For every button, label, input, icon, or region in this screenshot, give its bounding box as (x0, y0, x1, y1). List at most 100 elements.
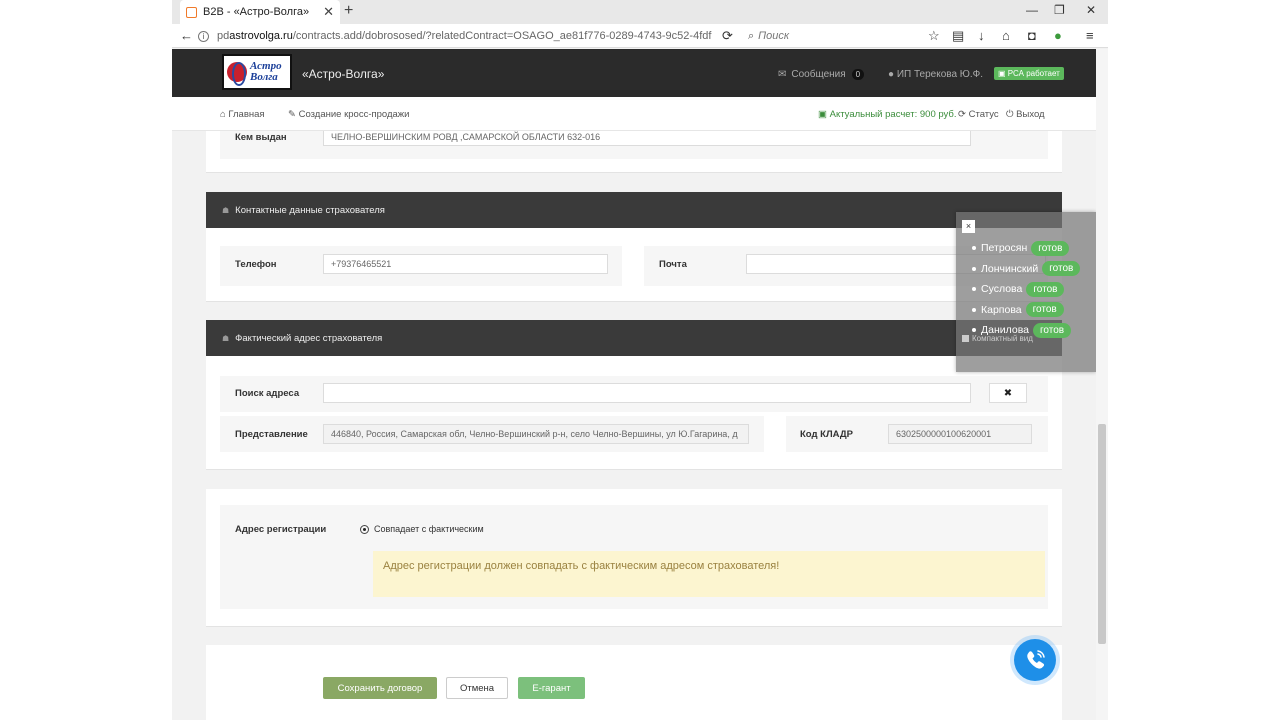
registration-warning: Адрес регистрации должен совпадать с фак… (373, 551, 1045, 597)
same-as-actual-radio[interactable]: Совпадает с фактическим (360, 524, 484, 534)
status-link[interactable]: ⟳ Статус (958, 109, 999, 120)
egarant-button[interactable]: Е-гарант (518, 677, 585, 699)
bookmark-star-icon[interactable]: ☆ (928, 28, 940, 44)
search-box[interactable]: ⌕ Поиск (748, 27, 916, 45)
search-icon: ⌕ (748, 29, 755, 42)
money-icon: ▣ (818, 109, 830, 120)
url-path: /contracts.add/dobrososed/?relatedContra… (292, 30, 712, 42)
address-search-input[interactable] (323, 383, 971, 403)
menu-icon[interactable]: ≡ (1086, 28, 1094, 43)
back-icon[interactable]: ← (180, 28, 193, 43)
breadcrumb-home-label: Главная (228, 109, 265, 120)
list-item: Лончинский готов (972, 259, 1081, 280)
kladr-label: Код КЛАДР (800, 429, 853, 440)
logout-label: Выход (1016, 109, 1045, 120)
current-calculation: ▣ Актуальный расчет: 900 руб. (818, 109, 956, 120)
page-toolbar: ⌂ Главная ✎ Создание кросс-продажи ▣ Акт… (172, 97, 1096, 131)
page-scrollbar[interactable] (1096, 49, 1108, 720)
address-panel: ☗ Фактический адрес страхователя Поиск ад… (206, 320, 1062, 470)
url-prefix: pd (217, 30, 230, 42)
contacts-panel: ☗ Контактные данные страхователя Телефон … (206, 192, 1062, 302)
overlay-close-button[interactable]: × (962, 220, 975, 233)
agents-list: Петросян готов Лончинский готов Суслова гот… (972, 238, 1081, 341)
compact-view-toggle[interactable]: Компактный вид (962, 334, 1033, 343)
minimize-icon[interactable]: — (1026, 3, 1038, 17)
compact-view-label: Компактный вид (972, 334, 1033, 343)
clear-address-button[interactable]: ✖ (989, 383, 1027, 403)
phone-label: Телефон (235, 259, 277, 270)
breadcrumb-home[interactable]: ⌂ Главная (220, 109, 265, 120)
rsa-label: РСА работает (1007, 69, 1060, 78)
site-header: Астро Волга «Астро-Волга» ✉ Сообщения 0 ●… (172, 49, 1096, 97)
address-bar[interactable]: i pd astrovolga.ru/contracts.add/dobrosos… (198, 27, 720, 45)
mail-label: Почта (659, 259, 687, 270)
close-window-icon[interactable]: ✕ (1086, 3, 1096, 17)
home-icon[interactable]: ⌂ (1002, 28, 1010, 43)
maximize-icon[interactable]: ❐ (1054, 3, 1065, 17)
callback-button[interactable] (1014, 639, 1056, 681)
clear-icon: ✖ (1003, 387, 1013, 399)
same-as-actual-label: Совпадает с фактическим (374, 524, 484, 534)
agent-name: Петросян (981, 242, 1028, 255)
list-item: Петросян готов (972, 238, 1080, 259)
cancel-button[interactable]: Отмена (446, 677, 508, 699)
status-label: Статус (968, 109, 999, 120)
section-icon: ☗ (222, 333, 230, 343)
agent-name: Лончинский (981, 262, 1039, 275)
representation-input[interactable]: 446840, Россия, Самарская обл, Челно-Вер… (323, 424, 749, 444)
kladr-input[interactable]: 6302500000100620001 (888, 424, 1032, 444)
address-title: Фактический адрес страхователя (235, 332, 383, 344)
tab-title: B2B - «Астро-Волга» (203, 6, 310, 18)
scrollbar-thumb[interactable] (1098, 424, 1106, 644)
edit-icon: ✎ (288, 109, 299, 120)
brand-name: «Астро-Волга» (302, 67, 385, 81)
site-logo[interactable]: Астро Волга (222, 54, 292, 90)
phone-icon (1027, 650, 1045, 669)
messages-label: Сообщения (791, 69, 846, 80)
agent-name: Карпова (981, 303, 1022, 316)
status-badge: готов (1031, 240, 1070, 256)
issued-input[interactable]: ЧЕЛНО-ВЕРШИНСКИМ РОВД ,САМАРСКОЙ ОБЛАСТИ… (323, 131, 971, 146)
new-tab-icon[interactable]: + (344, 2, 353, 20)
browser-tab[interactable]: B2B - «Астро-Волга» ✕ (180, 0, 340, 24)
contacts-header: ☗ Контактные данные страхователя (206, 192, 1062, 228)
logo-line2: Волга (250, 71, 278, 83)
checkbox-icon (962, 335, 969, 342)
reading-list-icon[interactable]: ▤ (952, 28, 964, 44)
phone-input[interactable]: +79376465521 (323, 254, 608, 274)
favicon-icon (186, 6, 197, 18)
agents-status-overlay: × Петросян готов Лончинский готов Суслова г… (956, 212, 1096, 372)
calc-label: Актуальный расчет: 900 руб. (829, 109, 957, 120)
browser-window: B2B - «Астро-Волга» ✕ + — ❐ ✕ ← i pd astr… (172, 0, 1108, 720)
registration-row: Адрес регистрации Совпадает с фактически… (220, 505, 1048, 609)
url-host: astrovolga.ru (229, 30, 293, 42)
logout-link[interactable]: ⏻ Выход (1006, 109, 1045, 120)
extension-icon[interactable]: ● (1054, 28, 1062, 43)
list-item: Карпова готов (972, 300, 1080, 321)
messages-link[interactable]: ✉ Сообщения 0 (778, 69, 865, 80)
user-icon: ● (888, 69, 895, 80)
representation-row: Представление 446840, Россия, Самарская … (220, 416, 764, 452)
refresh-icon: ⟳ (958, 109, 969, 120)
save-contract-button[interactable]: Сохранить договор (323, 677, 437, 699)
breadcrumb-cross-sale[interactable]: ✎ Создание кросс-продажи (288, 109, 409, 120)
issued-row: Кем выдан ЧЕЛНО-ВЕРШИНСКИМ РОВД ,САМАРСК… (220, 131, 1048, 159)
list-item: Суслова готов (972, 279, 1080, 300)
user-menu[interactable]: ● ИП Терекова Ю.Ф. (888, 69, 983, 80)
registration-panel: Адрес регистрации Совпадает с фактически… (206, 489, 1062, 627)
download-icon[interactable]: ↓ (978, 28, 985, 43)
search-placeholder: Поиск (758, 30, 790, 42)
close-tab-icon[interactable]: ✕ (323, 4, 334, 20)
phone-row: Телефон +79376465521 (220, 246, 622, 286)
info-icon[interactable]: i (198, 30, 209, 42)
address-header: ☗ Фактический адрес страхователя (206, 320, 1062, 356)
issued-label: Кем выдан (235, 132, 287, 143)
address-search-row: Поиск адреса ✖ (220, 376, 1048, 412)
envelope-icon: ✉ (778, 69, 787, 80)
pocket-icon[interactable]: ◘ (1028, 28, 1036, 43)
kladr-row: Код КЛАДР 6302500000100620001 (786, 416, 1048, 452)
breadcrumb-cross-label: Создание кросс-продажи (298, 109, 410, 120)
status-badge: готов (1026, 281, 1065, 297)
registration-label: Адрес регистрации (235, 524, 327, 535)
reload-icon[interactable]: ⟳ (722, 28, 733, 44)
